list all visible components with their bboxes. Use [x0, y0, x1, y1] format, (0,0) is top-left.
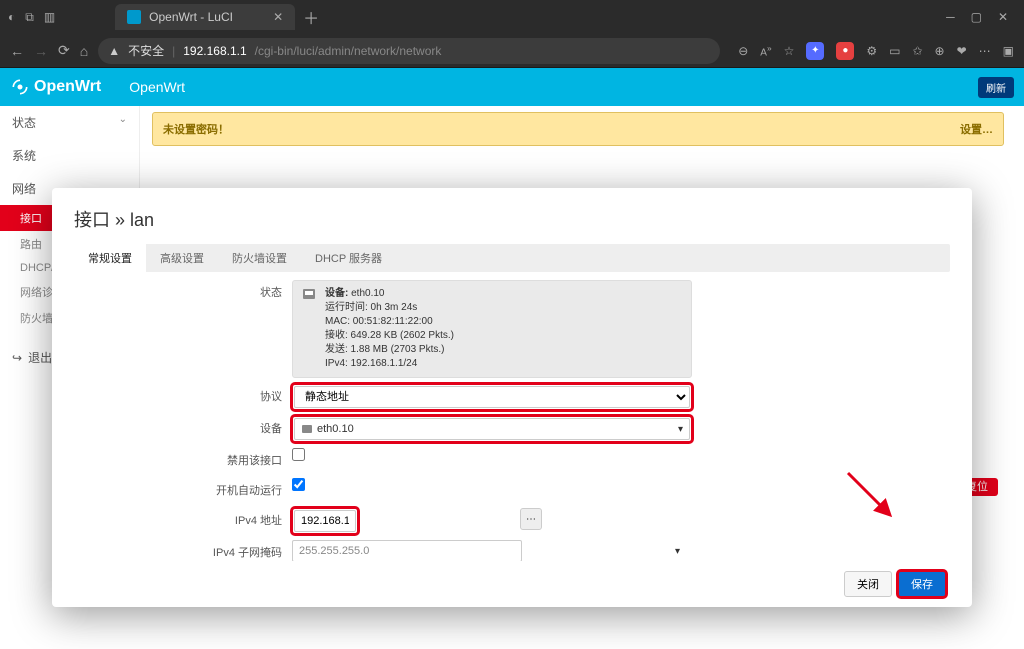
insecure-icon: ▲ [108, 44, 120, 58]
tab-dhcp[interactable]: DHCP 服务器 [301, 244, 396, 272]
tab-advanced[interactable]: 高级设置 [146, 244, 218, 272]
autostart-checkbox[interactable] [292, 478, 305, 491]
forward-icon: → [34, 43, 48, 59]
workspaces-icon[interactable]: ⧉ [25, 10, 34, 25]
close-button[interactable]: 关闭 [844, 571, 892, 597]
save-button[interactable]: 保存 [898, 571, 946, 597]
refresh-button[interactable]: 刷新 [978, 77, 1014, 98]
tab-title: OpenWrt - LuCI [149, 10, 233, 24]
nav-system[interactable]: 系统 [0, 139, 139, 172]
label-protocol: 协议 [74, 384, 292, 404]
app-header: OpenWrt OpenWrt 刷新 [0, 68, 1024, 106]
label-status: 状态 [74, 280, 292, 300]
nav-status[interactable]: 状态⌄ [0, 106, 139, 139]
ipv4-addr-more[interactable]: ⋯ [520, 508, 542, 530]
device-select[interactable]: eth0.10 [317, 423, 354, 435]
read-aloud-icon[interactable]: A» [760, 43, 771, 58]
collections-icon[interactable]: ▭ [889, 44, 900, 58]
modal-title: 接口 » lan [74, 206, 950, 232]
insecure-label: 不安全 [128, 42, 164, 59]
port-icon [301, 287, 317, 335]
window-close-icon[interactable]: ✕ [998, 10, 1008, 24]
warning-action[interactable]: 设置… [960, 121, 993, 137]
settings-gear-icon[interactable]: ⚙ [866, 44, 877, 58]
url-box[interactable]: ▲ 不安全 | 192.168.1.1 /cgi-bin/luci/admin/… [98, 38, 720, 64]
copilot-icon[interactable]: ▣ [1003, 44, 1014, 58]
label-disable: 禁用该接口 [74, 448, 292, 468]
home-icon[interactable]: ⌂ [80, 43, 88, 59]
profile-icon[interactable]: ◐ [8, 10, 15, 25]
titlebar: ◐ ⧉ ▥ OpenWrt - LuCI ✕ ＋ ─ ▢ ✕ [0, 0, 1024, 34]
favorites-list-icon[interactable]: ✩ [912, 44, 922, 58]
ipv4-mask-input[interactable] [292, 540, 522, 561]
performance-icon[interactable]: ❤ [957, 44, 967, 58]
extensions-icon[interactable]: ⊕ [935, 44, 945, 58]
logo[interactable]: OpenWrt [10, 77, 101, 97]
status-box: 设备: eth0.10 运行时间: 0h 3m 24s MAC: 00:51:8… [292, 280, 692, 378]
tab-general[interactable]: 常规设置 [74, 244, 146, 272]
ipv4-addr-input[interactable] [294, 510, 356, 532]
window-minimize-icon[interactable]: ─ [946, 10, 955, 24]
label-ipv4-addr: IPv4 地址 [74, 508, 292, 528]
protocol-select[interactable]: 静态地址 [294, 386, 690, 408]
browser-chrome: ◐ ⧉ ▥ OpenWrt - LuCI ✕ ＋ ─ ▢ ✕ ← → ⟳ ⌂ ▲… [0, 0, 1024, 68]
port-icon [301, 423, 313, 435]
interface-modal: 接口 » lan 常规设置 高级设置 防火墙设置 DHCP 服务器 状态 设备:… [52, 188, 972, 607]
reload-icon[interactable]: ⟳ [58, 42, 70, 59]
favorite-icon[interactable]: ☆ [784, 44, 795, 58]
browser-tab[interactable]: OpenWrt - LuCI ✕ [115, 4, 295, 30]
tab-firewall[interactable]: 防火墙设置 [218, 244, 301, 272]
chevron-down-icon: ⌄ [119, 114, 127, 131]
chevron-down-icon[interactable]: ▾ [675, 546, 680, 557]
more-icon[interactable]: ⋯ [979, 44, 991, 58]
browser-navbar: ← → ⟳ ⌂ ▲ 不安全 | 192.168.1.1 /cgi-bin/luc… [0, 34, 1024, 68]
zoom-icon[interactable]: ⊖ [738, 44, 748, 58]
url-host: 192.168.1.1 [183, 44, 246, 58]
password-warning: 未设置密码！ 设置… [152, 112, 1004, 146]
logout-icon: ↪ [12, 351, 22, 365]
back-icon[interactable]: ← [10, 43, 24, 59]
label-autostart: 开机自动运行 [74, 478, 292, 498]
nav-interfaces[interactable]: 接口 [0, 205, 59, 231]
window-maximize-icon[interactable]: ▢ [971, 10, 982, 24]
favicon-icon [127, 10, 141, 24]
new-tab-button[interactable]: ＋ [303, 5, 319, 29]
modal-tabs: 常规设置 高级设置 防火墙设置 DHCP 服务器 [74, 244, 950, 272]
close-tab-icon[interactable]: ✕ [273, 10, 283, 24]
disable-checkbox[interactable] [292, 448, 305, 461]
ext2-icon[interactable]: ● [836, 42, 854, 60]
url-path: /cgi-bin/luci/admin/network/network [255, 44, 442, 58]
brand-text[interactable]: OpenWrt [129, 79, 185, 95]
label-device: 设备 [74, 416, 292, 436]
page-content: OpenWrt OpenWrt 刷新 状态⌄ 系统 网络 接口 路由 DHCP/… [0, 68, 1024, 649]
sidebar-toggle-icon[interactable]: ▥ [44, 10, 55, 25]
label-ipv4-mask: IPv4 子网掩码 [74, 540, 292, 560]
ext1-icon[interactable]: ✦ [806, 42, 824, 60]
